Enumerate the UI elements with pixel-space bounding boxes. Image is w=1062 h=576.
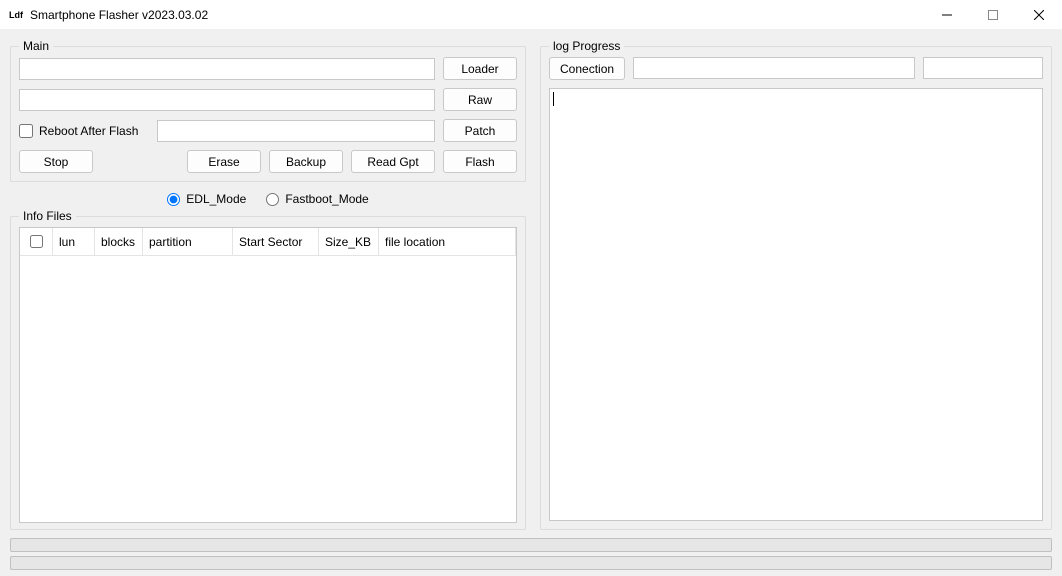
connection-button[interactable]: Conection bbox=[549, 57, 625, 80]
loader-path-input[interactable] bbox=[19, 58, 435, 80]
fastboot-radio-input[interactable] bbox=[266, 193, 279, 206]
progress-bar-1 bbox=[10, 538, 1052, 552]
edl-label: EDL_Mode bbox=[186, 192, 246, 206]
minimize-button[interactable] bbox=[924, 0, 970, 30]
status-bars bbox=[10, 538, 1052, 570]
log-progress-group: log Progress Conection bbox=[540, 46, 1052, 530]
col-blocks[interactable]: blocks bbox=[95, 228, 143, 256]
app-icon: Ldf bbox=[8, 7, 24, 23]
erase-button[interactable]: Erase bbox=[187, 150, 261, 173]
reboot-after-flash-checkbox[interactable]: Reboot After Flash bbox=[19, 124, 149, 138]
reboot-label: Reboot After Flash bbox=[39, 124, 138, 138]
col-select[interactable] bbox=[20, 228, 53, 256]
maximize-button[interactable] bbox=[970, 0, 1016, 30]
backup-button[interactable]: Backup bbox=[269, 150, 343, 173]
fastboot-label: Fastboot_Mode bbox=[285, 192, 368, 206]
titlebar: Ldf Smartphone Flasher v2023.03.02 bbox=[0, 0, 1062, 30]
col-size-kb[interactable]: Size_KB bbox=[319, 228, 379, 256]
log-field-1[interactable] bbox=[633, 57, 915, 79]
flash-button[interactable]: Flash bbox=[443, 150, 517, 173]
select-all-checkbox[interactable] bbox=[30, 235, 43, 248]
log-textarea[interactable] bbox=[549, 88, 1043, 521]
col-start-sector[interactable]: Start Sector bbox=[233, 228, 319, 256]
loader-button[interactable]: Loader bbox=[443, 57, 517, 80]
progress-bar-2 bbox=[10, 556, 1052, 570]
info-table[interactable]: lun blocks partition Start Sector Size_K… bbox=[19, 227, 517, 523]
main-group: Main Loader Raw Reboot After Flash Patch bbox=[10, 46, 526, 182]
fastboot-mode-radio[interactable]: Fastboot_Mode bbox=[266, 192, 368, 206]
patch-path-input[interactable] bbox=[157, 120, 435, 142]
edl-mode-radio[interactable]: EDL_Mode bbox=[167, 192, 246, 206]
log-legend: log Progress bbox=[549, 39, 624, 53]
text-caret bbox=[553, 92, 554, 106]
col-lun[interactable]: lun bbox=[53, 228, 95, 256]
col-partition[interactable]: partition bbox=[143, 228, 233, 256]
main-legend: Main bbox=[19, 39, 53, 53]
window-title: Smartphone Flasher v2023.03.02 bbox=[30, 8, 208, 22]
mode-selector: EDL_Mode Fastboot_Mode bbox=[10, 192, 526, 206]
info-files-group: Info Files lun blocks partition Start Se… bbox=[10, 216, 526, 530]
patch-button[interactable]: Patch bbox=[443, 119, 517, 142]
col-file-location[interactable]: file location bbox=[379, 228, 516, 256]
raw-path-input[interactable] bbox=[19, 89, 435, 111]
raw-button[interactable]: Raw bbox=[443, 88, 517, 111]
edl-radio-input[interactable] bbox=[167, 193, 180, 206]
stop-button[interactable]: Stop bbox=[19, 150, 93, 173]
reboot-checkbox-input[interactable] bbox=[19, 124, 33, 138]
table-header-row: lun blocks partition Start Sector Size_K… bbox=[20, 228, 516, 256]
info-legend: Info Files bbox=[19, 209, 76, 223]
readgpt-button[interactable]: Read Gpt bbox=[351, 150, 435, 173]
log-field-2[interactable] bbox=[923, 57, 1043, 79]
close-button[interactable] bbox=[1016, 0, 1062, 30]
